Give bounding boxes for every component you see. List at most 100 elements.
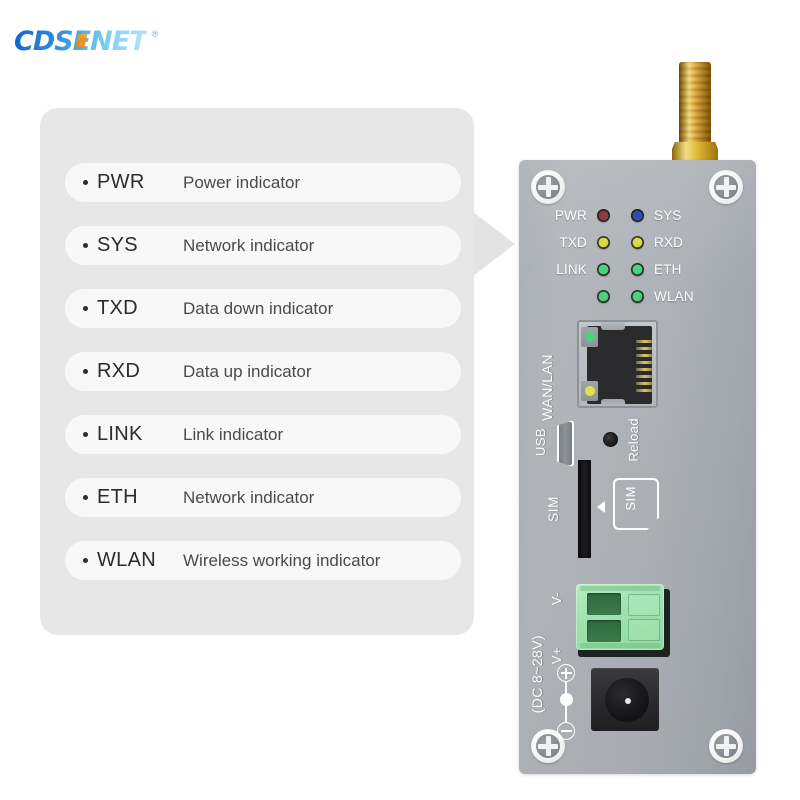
rj45-pin [636,347,652,350]
rj45-port[interactable] [577,320,658,408]
led-sys-icon [631,209,644,222]
terminal-side-panel [628,619,660,641]
legend-abbr: SYS [97,234,138,256]
legend-desc: Network indicator [183,235,315,255]
screw-slot-vertical [723,736,729,756]
led-label-sys: SYS [654,208,682,223]
legend-row-rxd: RXD Data up indicator [65,352,461,391]
legend-panel: PWR Power indicator SYS Network indicato… [40,108,474,635]
bullet-icon [83,243,88,248]
legend-row-wlan: WLAN Wireless working indicator [65,541,461,580]
rj45-pin [636,389,652,392]
legend-desc: Data down indicator [183,298,334,318]
terminal-lip [580,643,660,648]
led-label-wlan: WLAN [654,289,694,304]
rj45-act-led-slot [581,381,598,401]
dc-jack-barrel [605,678,649,722]
antenna-hex-nut [672,142,718,161]
led-label-eth: ETH [654,262,682,277]
dc-voltage-label: (DC 8~28V) [529,635,545,714]
device-body: PWR SYS TXD RXD LINK ETH WLAN WAN/LAN US… [519,160,756,774]
led-row-wlan: WLAN [541,283,736,310]
rj45-pin [636,354,652,357]
screw-top-left [531,170,565,204]
sim-card-icon-label: SIM [623,486,638,511]
led-txd-icon [597,236,610,249]
led-wlan-a-icon [597,290,610,303]
bullet-icon [83,180,88,185]
led-row-link-eth: LINK ETH [541,256,736,283]
reload-button[interactable] [603,432,618,447]
led-row-pwr-sys: PWR SYS [541,202,736,229]
bullet-icon [83,495,88,500]
legend-abbr: LINK [97,423,143,445]
legend-row-link: LINK Link indicator [65,415,461,454]
led-row-txd-rxd: TXD RXD [541,229,736,256]
polarity-symbol-icon [555,664,577,740]
legend-desc: Data up indicator [183,361,312,381]
led-label-pwr: PWR [554,208,587,223]
brand-logo: CDSENET ® [14,28,158,55]
rj45-pin [636,368,652,371]
legend-abbr: ETH [97,486,138,508]
legend-abbr: TXD [97,297,138,319]
legend-desc: Link indicator [183,424,284,444]
terminal-lip [580,586,660,591]
led-rxd-icon [631,236,644,249]
terminal-hole-v-plus [587,620,621,642]
legend-row-txd: TXD Data down indicator [65,289,461,328]
legend-abbr: RXD [97,360,141,382]
registered-trademark-icon: ® [151,29,159,39]
terminal-hole-v-minus [587,593,621,615]
bullet-icon [83,558,88,563]
led-label-txd: TXD [559,235,587,250]
led-label-link: LINK [556,262,587,277]
screw-top-right [709,170,743,204]
screw-slot-vertical [723,177,729,197]
legend-abbr: WLAN [97,549,156,571]
rj45-pin [636,340,652,343]
sma-antenna-connector [672,62,718,162]
sim-slot-label: SIM [546,496,561,522]
terminal-body [576,584,664,650]
screw-slot-vertical [545,177,551,197]
v-minus-label: V- [549,592,564,606]
terminal-side-panel [628,594,660,616]
power-terminal-block[interactable] [576,584,671,658]
micro-usb-port[interactable] [557,420,574,467]
rj45-link-led-slot [581,327,598,347]
callout-pointer-icon [473,212,515,276]
led-link-icon [597,263,610,276]
legend-desc: Network indicator [183,487,315,507]
v-plus-label: V+ [549,647,564,665]
dc-power-jack[interactable] [591,668,659,731]
bullet-icon [83,306,88,311]
led-indicator-block: PWR SYS TXD RXD LINK ETH WLAN [541,202,736,310]
legend-desc: Power indicator [183,172,301,192]
reload-label: Reload [626,418,641,462]
polarity-center-dot [559,693,573,706]
usb-label: USB [533,428,548,456]
led-eth-icon [631,263,644,276]
rj45-bottom-tab [601,399,625,406]
bullet-icon [83,432,88,437]
polarity-plus-bar [565,667,567,679]
dc-jack-center-pin [624,697,631,704]
screw-slot-vertical [545,736,551,756]
screw-bottom-right [709,729,743,763]
legend-row-eth: ETH Network indicator [65,478,461,517]
rj45-act-led-icon [584,386,595,396]
led-label-rxd: RXD [654,235,684,250]
sim-card-slot[interactable] [578,460,591,558]
polarity-minus-bar [560,730,572,732]
legend-abbr: PWR [97,171,145,193]
legend-row-pwr: PWR Power indicator [65,163,461,202]
legend-row-sys: SYS Network indicator [65,226,461,265]
rj45-link-led-icon [584,332,595,342]
rj45-pin [636,375,652,378]
antenna-thread-shine [679,62,711,145]
rj45-pin [636,382,652,385]
sim-direction-arrow-icon [597,501,605,513]
rj45-latch-notch [601,322,625,330]
led-wlan-b-icon [631,290,644,303]
